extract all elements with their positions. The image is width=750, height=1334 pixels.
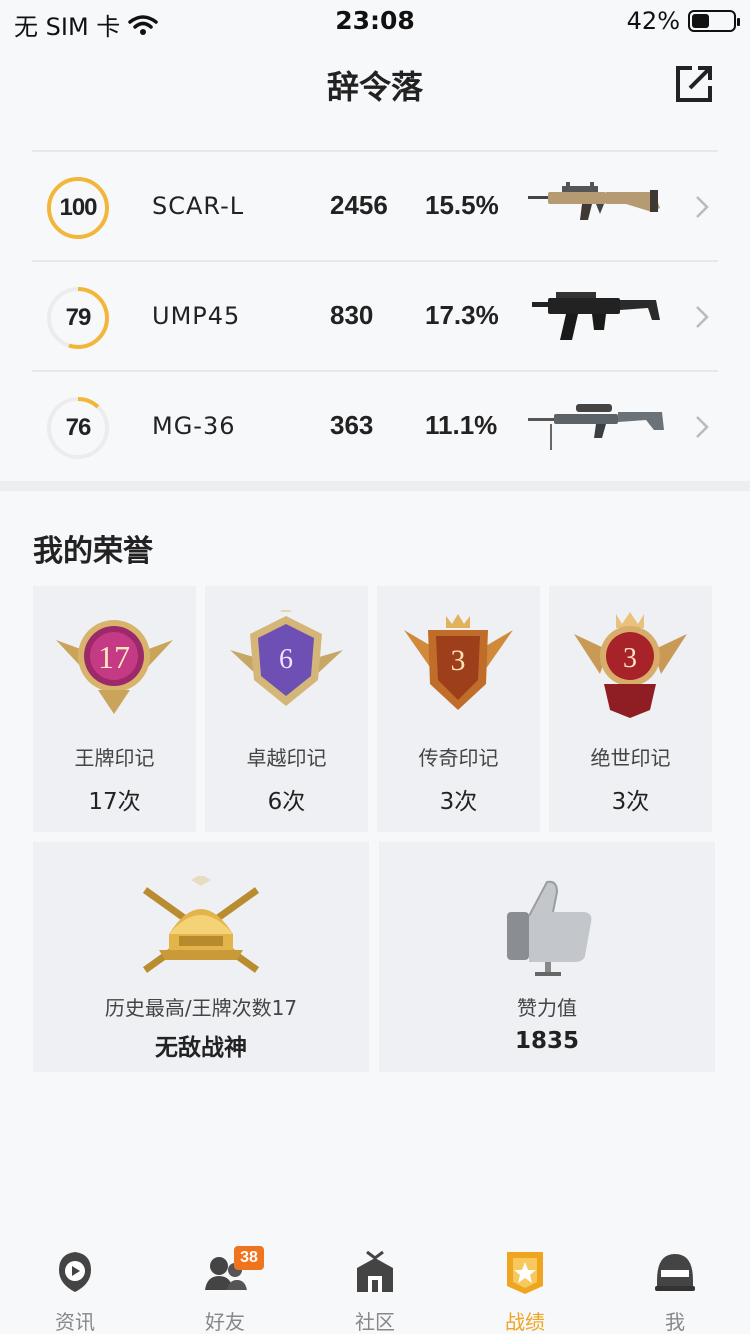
tab-label: 好友 (205, 1310, 245, 1334)
share-icon[interactable] (672, 62, 716, 106)
helmet-icon (655, 1254, 695, 1291)
battery-percent: 42% (626, 7, 680, 35)
badge-card-excellence[interactable]: 6 卓越印记 6次 (205, 586, 368, 832)
weapon-rate: 17.3% (425, 300, 499, 330)
legend-badge-number: 3 (451, 644, 466, 677)
tab-label: 资讯 (55, 1310, 95, 1334)
weapon-kills: 363 (330, 410, 374, 440)
page-title: 辞令落 (326, 68, 423, 106)
supreme-badge-number: 3 (623, 643, 637, 674)
helmet-crossed-guns-icon (142, 876, 260, 973)
weapon-kills: 830 (330, 300, 374, 330)
battery-icon (688, 10, 740, 32)
likes-label: 赞力值 (517, 996, 577, 1020)
community-house-icon (357, 1250, 393, 1292)
weapon-row[interactable]: 76 MG-36 363 11.1% (32, 372, 718, 482)
tab-news[interactable]: 资讯 (0, 1236, 150, 1334)
supreme-badge-icon: 3 (574, 612, 687, 718)
weapon-list: 100 SCAR-L 2456 15.5% 79 UMP45 830 17.3% (32, 150, 718, 482)
thumbs-up-icon (507, 880, 592, 976)
excellence-badge-number: 6 (279, 644, 293, 675)
highest-rank-card[interactable]: 历史最高/王牌次数17 无敌战神 (33, 842, 369, 1072)
weapon-score: 79 (65, 304, 92, 331)
badge-card-legend[interactable]: 3 传奇印记 3次 (377, 586, 540, 832)
ace-badge-number: 17 (98, 639, 130, 675)
excellence-badge-icon: 6 (230, 610, 343, 706)
highest-rank-value: 无敌战神 (155, 1035, 247, 1061)
badge-count: 3次 (439, 789, 478, 815)
likes-card[interactable]: 赞力值 1835 (379, 842, 715, 1072)
highest-rank-label: 历史最高/王牌次数17 (104, 996, 298, 1020)
chevron-right-icon (696, 306, 709, 328)
badge-label: 传奇印记 (418, 746, 499, 770)
tab-me[interactable]: 我 (600, 1236, 750, 1334)
weapon-kills: 2456 (330, 190, 388, 220)
weapon-name: MG-36 (152, 412, 236, 440)
tab-friends[interactable]: 38 好友 (150, 1236, 300, 1334)
badge-count: 3次 (611, 789, 650, 815)
tab-bar: 资讯 38 好友 社区 战绩 我 (0, 1236, 750, 1334)
weapon-row[interactable]: 100 SCAR-L 2456 15.5% (32, 152, 718, 262)
tab-label: 战绩 (505, 1310, 545, 1334)
badge-count: 17次 (88, 789, 141, 815)
records-star-badge-icon (507, 1252, 543, 1294)
ump45-smg-icon (532, 292, 660, 340)
weapon-rate: 15.5% (425, 190, 499, 220)
badge-count: 6次 (267, 789, 306, 815)
chevron-right-icon (696, 416, 709, 438)
badge-label: 王牌印记 (74, 746, 155, 770)
tab-label: 社区 (355, 1310, 395, 1334)
badge-label: 卓越印记 (246, 746, 327, 770)
status-bar: 无 SIM 卡 23:08 42% (0, 0, 750, 42)
section-divider (0, 481, 750, 491)
weapon-rate: 11.1% (425, 410, 498, 440)
weapon-name: UMP45 (152, 302, 241, 330)
status-right: 42% (626, 7, 740, 35)
weapon-name: SCAR-L (152, 192, 245, 220)
tab-records[interactable]: 战绩 (450, 1236, 600, 1334)
ace-badge-icon: 17 (56, 620, 173, 714)
mg36-machine-gun-icon (528, 404, 664, 450)
legend-badge-icon: 3 (404, 614, 513, 710)
weapon-score: 76 (65, 414, 92, 441)
weapon-score: 100 (59, 194, 97, 221)
badge-card-supreme[interactable]: 3 绝世印记 3次 (549, 586, 712, 832)
badge-label: 绝世印记 (590, 746, 671, 770)
battery-fill (692, 14, 709, 28)
scar-l-rifle-icon (528, 182, 660, 220)
weapon-row[interactable]: 79 UMP45 830 17.3% (32, 262, 718, 372)
badge-card-ace[interactable]: 17 王牌印记 17次 (33, 586, 196, 832)
tab-label: 我 (665, 1310, 685, 1334)
chevron-right-icon (696, 196, 709, 218)
friends-count-badge: 38 (234, 1246, 264, 1270)
honors-title: 我的荣誉 (33, 534, 153, 569)
news-play-icon (59, 1252, 91, 1292)
likes-value: 1835 (514, 1028, 579, 1054)
tab-community[interactable]: 社区 (300, 1236, 450, 1334)
